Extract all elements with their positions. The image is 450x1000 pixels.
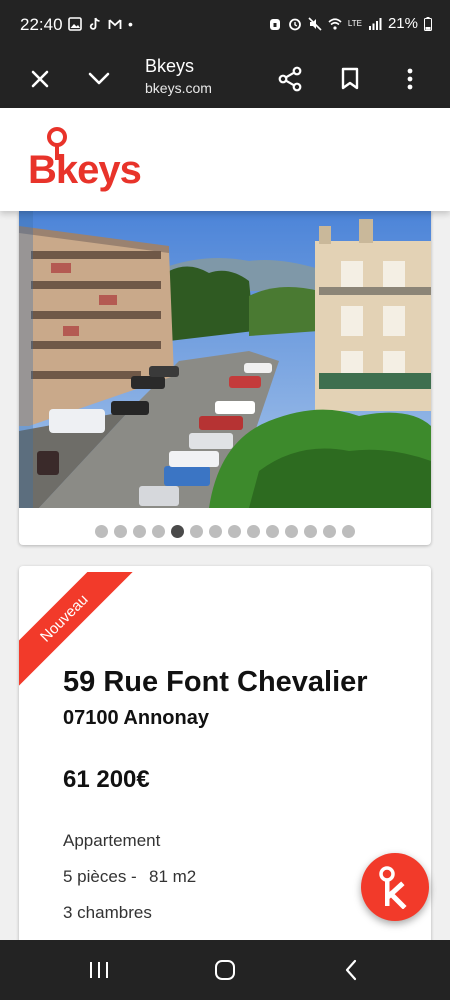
bkeys-logo[interactable]: Bkeys	[28, 126, 148, 198]
carousel-dot[interactable]	[285, 525, 298, 538]
carousel-dot[interactable]	[95, 525, 108, 538]
system-nav-bar	[0, 940, 450, 1000]
signal-icon	[368, 17, 382, 30]
carousel-dots	[19, 525, 431, 538]
close-icon	[31, 70, 49, 88]
carousel-dot[interactable]	[247, 525, 260, 538]
browser-toolbar: Bkeys bkeys.com	[0, 50, 450, 108]
system-icons: LTE 21%	[268, 15, 432, 32]
recent-apps-icon	[90, 962, 108, 978]
bedroom-count: 3 chambres	[63, 903, 152, 922]
carousel-dot[interactable]	[323, 525, 336, 538]
logo-text: Bkeys	[28, 148, 142, 192]
carousel-dot[interactable]	[133, 525, 146, 538]
close-button[interactable]	[19, 58, 61, 100]
alarm-lock-icon	[269, 18, 280, 30]
back-button[interactable]	[329, 954, 373, 986]
more-vertical-icon	[407, 68, 413, 90]
bkeys-fab-button[interactable]	[361, 853, 429, 921]
battery-icon	[424, 16, 432, 31]
site-header: Bkeys	[0, 108, 450, 211]
property-type: Appartement	[63, 831, 161, 850]
back-icon	[345, 959, 357, 981]
tab-title: Bkeys	[145, 56, 195, 76]
room-count: 5 pièces -	[63, 867, 137, 886]
gallery-icon	[68, 17, 82, 31]
more-notifications-dot: •	[128, 16, 133, 32]
more-options-button[interactable]	[389, 58, 431, 100]
carousel-dot[interactable]	[114, 525, 127, 538]
bookmark-icon	[341, 67, 359, 90]
share-button[interactable]	[269, 58, 311, 100]
bookmark-button[interactable]	[329, 58, 371, 100]
status-bar: 22:40 • LTE 21%	[0, 0, 450, 50]
carousel-dot[interactable]	[171, 525, 184, 538]
surface-area: 81 m2	[149, 867, 197, 886]
gmail-icon	[108, 19, 122, 29]
mute-icon	[308, 16, 322, 31]
carousel-dot[interactable]	[152, 525, 165, 538]
network-type: LTE	[347, 18, 362, 28]
carousel-dot[interactable]	[304, 525, 317, 538]
minimize-button[interactable]	[78, 58, 120, 100]
carousel-dot[interactable]	[228, 525, 241, 538]
carousel-dot[interactable]	[209, 525, 222, 538]
listing-price: 61 200€	[63, 766, 150, 793]
recent-apps-button[interactable]	[77, 954, 121, 986]
listing-city: 07100 Annonay	[63, 707, 209, 729]
tiktok-icon	[89, 17, 100, 30]
wifi-icon	[328, 17, 342, 30]
share-icon	[278, 66, 302, 92]
carousel-dot[interactable]	[266, 525, 279, 538]
carousel-dot[interactable]	[342, 525, 355, 538]
listing-photo[interactable]	[19, 211, 431, 508]
tab-url[interactable]: bkeys.com	[145, 80, 212, 96]
listing-address: 59 Rue Font Chevalier	[63, 666, 368, 698]
alarm-icon	[288, 18, 301, 30]
home-button[interactable]	[203, 954, 247, 986]
bkeys-k-icon	[379, 866, 407, 909]
notification-icons: •	[68, 16, 133, 32]
status-time: 22:40	[20, 15, 63, 34]
photo-gallery[interactable]	[19, 211, 431, 545]
carousel-dot[interactable]	[190, 525, 203, 538]
battery-percent: 21%	[387, 15, 418, 32]
home-icon	[215, 960, 235, 980]
chevron-down-icon	[88, 72, 110, 85]
